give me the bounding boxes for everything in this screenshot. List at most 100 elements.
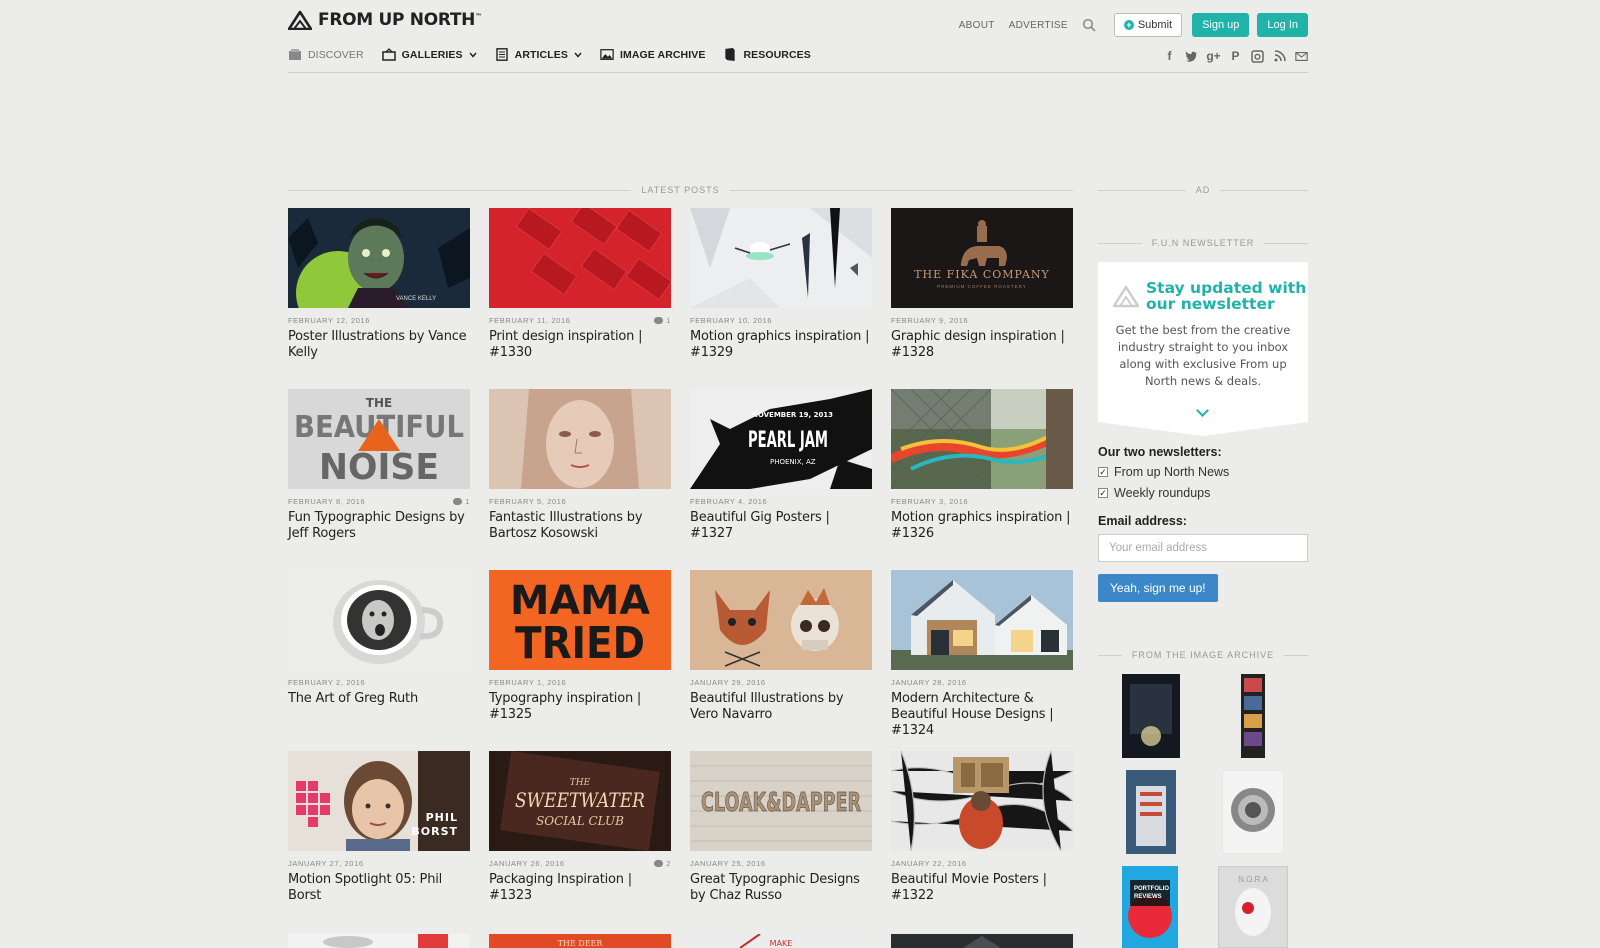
archive-thumbnail[interactable]: N.O.R.A xyxy=(1218,866,1288,948)
checkbox[interactable]: ✓ xyxy=(1098,488,1108,498)
post-title[interactable]: Motion Spotlight 05: Phil Borst xyxy=(288,872,470,904)
post-thumbnail[interactable] xyxy=(690,208,872,308)
post-title[interactable]: Modern Architecture & Beautiful House De… xyxy=(891,691,1073,739)
post-card[interactable] xyxy=(891,934,1073,948)
post-thumbnail[interactable]: PHIL BORST xyxy=(288,751,470,851)
archive-thumbnail[interactable] xyxy=(1122,674,1180,758)
post-title[interactable]: The Art of Greg Ruth xyxy=(288,691,470,707)
site-logo[interactable]: FROM UP NORTH™ xyxy=(288,10,482,30)
comment-count[interactable]: 1 xyxy=(654,316,671,325)
post-thumbnail[interactable] xyxy=(891,751,1073,851)
post-title[interactable]: Fun Typographic Designs by Jeff Rogers xyxy=(288,510,470,542)
newsletter-signup-button[interactable]: Yeah, sign me up! xyxy=(1098,574,1218,602)
post-thumbnail[interactable]: THE SWEETWATER SOCIAL CLUB xyxy=(489,751,671,851)
post-thumbnail[interactable] xyxy=(891,934,1073,948)
post-thumbnail[interactable]: MAKE xyxy=(690,934,872,948)
archive-thumbnail[interactable] xyxy=(1222,770,1284,854)
post-card[interactable]: JANUARY 28, 2016 Modern Architecture & B… xyxy=(891,570,1073,739)
email-field[interactable] xyxy=(1098,534,1308,562)
facebook-icon[interactable]: f xyxy=(1163,49,1176,63)
google-plus-icon[interactable]: g+ xyxy=(1206,49,1220,63)
mail-icon[interactable] xyxy=(1295,49,1308,63)
post-title[interactable]: Beautiful Movie Posters | #1322 xyxy=(891,872,1073,904)
fence-motion-graphics-image xyxy=(891,389,1073,489)
nav-image-archive[interactable]: IMAGE ARCHIVE xyxy=(600,48,706,61)
post-thumbnail[interactable] xyxy=(891,389,1073,489)
post-title[interactable]: Fantastic Illustrations by Bartosz Kosow… xyxy=(489,510,671,542)
comment-count[interactable]: 1 xyxy=(453,497,470,506)
post-title[interactable]: Packaging Inspiration | #1323 xyxy=(489,872,671,904)
post-card[interactable]: THE DEER xyxy=(489,934,671,948)
post-title[interactable]: Print design inspiration | #1330 xyxy=(489,329,671,361)
post-title[interactable]: Motion graphics inspiration | #1329 xyxy=(690,329,872,361)
post-card[interactable]: NOVEMBER 19, 2013 PEARL JAM PHOENIX, AZ … xyxy=(690,389,872,542)
post-card[interactable]: JANUARY 29, 2016 Beautiful Illustrations… xyxy=(690,570,872,723)
about-link[interactable]: ABOUT xyxy=(959,20,995,31)
post-title[interactable]: Great Typographic Designs by Chaz Russo xyxy=(690,872,872,904)
post-thumbnail[interactable] xyxy=(690,570,872,670)
post-thumbnail[interactable] xyxy=(891,570,1073,670)
post-thumbnail[interactable] xyxy=(489,208,671,308)
archive-thumbnail[interactable] xyxy=(1126,770,1176,854)
chevron-down-icon xyxy=(469,52,477,58)
post-title[interactable]: Motion graphics inspiration | #1326 xyxy=(891,510,1073,542)
post-thumbnail[interactable]: THE DEER xyxy=(489,934,671,948)
svg-text:REVIEWS: REVIEWS xyxy=(1134,894,1162,900)
post-thumbnail[interactable]: NOVEMBER 19, 2013 PEARL JAM PHOENIX, AZ xyxy=(690,389,872,489)
archive-thumbnail[interactable] xyxy=(1241,674,1265,758)
archive-thumbnail[interactable]: PORTFOLIO REVIEWS xyxy=(1122,866,1178,948)
nav-articles[interactable]: ARTICLES xyxy=(495,48,582,61)
post-thumbnail[interactable] xyxy=(288,934,470,948)
post-card[interactable]: MAMA TRIED FEBRUARY 1, 2016 Typography i… xyxy=(489,570,671,723)
comment-icon xyxy=(654,317,664,324)
checkbox[interactable]: ✓ xyxy=(1098,467,1108,477)
post-thumbnail[interactable]: MAMA TRIED xyxy=(489,570,671,670)
search-icon[interactable] xyxy=(1082,18,1096,32)
nav-discover[interactable]: DISCOVER xyxy=(288,48,364,61)
post-title[interactable]: Typography inspiration | #1325 xyxy=(489,691,671,723)
nav-galleries[interactable]: GALLERIES xyxy=(381,48,477,61)
instagram-icon[interactable] xyxy=(1251,49,1264,63)
post-card[interactable]: FEBRUARY 3, 2016 Motion graphics inspira… xyxy=(891,389,1073,542)
twitter-icon[interactable] xyxy=(1185,49,1198,63)
post-title[interactable]: Beautiful Gig Posters | #1327 xyxy=(690,510,872,542)
nav-resources-label: RESOURCES xyxy=(743,48,811,61)
submit-button[interactable]: + Submit xyxy=(1113,13,1183,37)
signup-button[interactable]: Sign up xyxy=(1192,13,1250,37)
post-card[interactable]: FEBRUARY 11, 2016 1 Print design inspirat… xyxy=(489,208,671,361)
post-title[interactable]: Beautiful Illustrations by Vero Navarro xyxy=(690,691,872,723)
newsletter-option-news[interactable]: ✓ From up North News xyxy=(1098,465,1229,479)
nav-resources[interactable]: RESOURCES xyxy=(723,48,811,61)
svg-text:MAKE: MAKE xyxy=(770,939,793,948)
post-card[interactable]: THE SWEETWATER SOCIAL CLUB JANUARY 26, 2… xyxy=(489,751,671,904)
newsletter-option-weekly[interactable]: ✓ Weekly roundups xyxy=(1098,486,1210,500)
post-card[interactable]: THE FIKA COMPANY PREMIUM COFFEE ROASTERY… xyxy=(891,208,1073,361)
post-card[interactable]: FEBRUARY 5, 2016 Fantastic Illustrations… xyxy=(489,389,671,542)
post-date: JANUARY 27, 2016 xyxy=(288,859,364,868)
post-card[interactable]: THE BEAUTIFUL NOISE FEBRUARY 8, 2016 1 Fu… xyxy=(288,389,470,542)
post-thumbnail[interactable] xyxy=(489,389,671,489)
post-title[interactable]: Graphic design inspiration | #1328 xyxy=(891,329,1073,361)
post-date: JANUARY 29, 2016 xyxy=(690,678,766,687)
post-thumbnail[interactable]: THE BEAUTIFUL NOISE xyxy=(288,389,470,489)
rss-icon[interactable] xyxy=(1273,49,1286,63)
post-thumbnail[interactable] xyxy=(288,570,470,670)
advertise-link[interactable]: ADVERTISE xyxy=(1009,20,1068,31)
post-title[interactable]: Poster Illustrations by Vance Kelly xyxy=(288,329,470,361)
post-thumbnail[interactable]: THE FIKA COMPANY PREMIUM COFFEE ROASTERY xyxy=(891,208,1073,308)
svg-text:NOVEMBER 19, 2013: NOVEMBER 19, 2013 xyxy=(752,411,833,419)
post-card[interactable]: JANUARY 22, 2016 Beautiful Movie Posters… xyxy=(891,751,1073,904)
post-card[interactable]: CLOAK&DAPPER JANUARY 25, 2016 Great Typo… xyxy=(690,751,872,904)
post-card[interactable]: PHIL BORST JANUARY 27, 2016 Motion Spotl… xyxy=(288,751,470,904)
comment-count[interactable]: 2 xyxy=(654,859,671,868)
svg-text:THE DEER: THE DEER xyxy=(558,939,604,948)
login-button[interactable]: Log In xyxy=(1257,13,1308,37)
post-card[interactable]: FEBRUARY 2, 2016 The Art of Greg Ruth xyxy=(288,570,470,707)
post-card[interactable]: MAKE xyxy=(690,934,872,948)
post-card[interactable]: FEBRUARY 10, 2016 Motion graphics inspir… xyxy=(690,208,872,361)
post-thumbnail[interactable]: VANCE KELLY xyxy=(288,208,470,308)
post-card[interactable]: VANCE KELLY FEBRUARY 12, 2016 Poster Ill… xyxy=(288,208,470,361)
pinterest-icon[interactable]: P xyxy=(1229,49,1242,63)
post-card[interactable] xyxy=(288,934,470,948)
post-thumbnail[interactable]: CLOAK&DAPPER xyxy=(690,751,872,851)
